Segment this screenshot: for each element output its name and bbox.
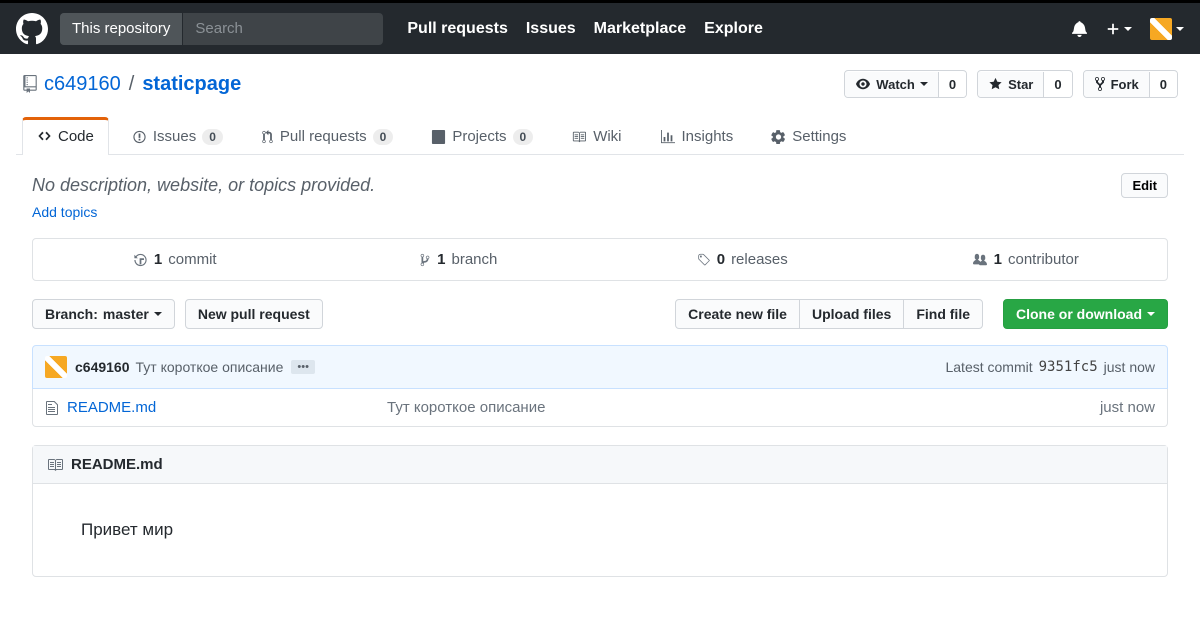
book-icon [47, 457, 63, 473]
file-action-group: Create new file Upload files Find file [675, 299, 983, 329]
people-icon [972, 253, 988, 267]
commit-sha[interactable]: 9351fc5 [1039, 359, 1098, 375]
nav-explore[interactable]: Explore [704, 20, 763, 38]
github-logo[interactable] [16, 13, 48, 45]
file-navigation: Branch: master New pull request Create n… [32, 299, 1168, 329]
repo-owner-link[interactable]: c649160 [44, 73, 121, 96]
create-new-dropdown[interactable] [1106, 22, 1132, 36]
stat-commits[interactable]: 1commit [33, 239, 317, 280]
commit-time: just now [1104, 359, 1155, 375]
gear-icon [771, 130, 786, 144]
stat-contributors[interactable]: 1contributor [884, 239, 1168, 280]
readme-header: README.md [33, 446, 1167, 484]
search-input[interactable] [183, 13, 383, 45]
issue-icon [132, 130, 147, 144]
watch-button[interactable]: Watch 0 [844, 70, 967, 98]
main-container: No description, website, or topics provi… [16, 173, 1184, 577]
header-nav: Pull requests Issues Marketplace Explore [407, 20, 762, 38]
upload-files-button[interactable]: Upload files [799, 299, 904, 329]
notifications-icon[interactable] [1071, 20, 1088, 37]
pr-icon [261, 130, 274, 144]
branch-icon [419, 253, 431, 267]
graph-icon [660, 130, 676, 144]
new-pull-request-button[interactable]: New pull request [185, 299, 323, 329]
branch-select-button[interactable]: Branch: master [32, 299, 175, 329]
readme-content: Привет мир [33, 484, 1167, 576]
nav-pull-requests[interactable]: Pull requests [407, 20, 507, 38]
repo-icon [22, 75, 38, 93]
file-list: README.md Тут короткое описание just now [32, 389, 1168, 427]
code-icon [37, 129, 52, 143]
history-icon [133, 253, 148, 267]
global-header: This repository Pull requests Issues Mar… [0, 0, 1200, 54]
edit-description-button[interactable]: Edit [1121, 173, 1168, 198]
avatar-icon [1150, 18, 1172, 40]
nav-issues[interactable]: Issues [526, 20, 576, 38]
tab-projects[interactable]: Projects0 [416, 117, 548, 155]
stat-branches[interactable]: 1branch [317, 239, 601, 280]
file-time: just now [1100, 399, 1155, 416]
stat-releases[interactable]: 0releases [600, 239, 884, 280]
repo-name-link[interactable]: staticpage [142, 73, 241, 96]
repohead: c649160 / staticpage Watch 0 Star 0 Fork… [0, 54, 1200, 155]
add-topics-link[interactable]: Add topics [32, 204, 97, 220]
file-name-link[interactable]: README.md [67, 399, 387, 416]
path-separator: / [129, 73, 135, 96]
header-search: This repository [60, 13, 383, 45]
find-file-button[interactable]: Find file [903, 299, 983, 329]
star-button[interactable]: Star 0 [977, 70, 1073, 98]
eye-icon [855, 77, 871, 91]
fork-button[interactable]: Fork 0 [1083, 70, 1178, 98]
latest-commit-label: Latest commit [945, 359, 1032, 375]
file-icon [45, 400, 59, 416]
commit-message[interactable]: Тут короткое описание [136, 359, 284, 375]
commit-ellipsis-button[interactable]: ••• [291, 360, 315, 374]
author-avatar-icon[interactable] [45, 356, 67, 378]
repo-nav: Code Issues0 Pull requests0 Projects0 Wi… [16, 116, 1184, 155]
commit-author[interactable]: c649160 [75, 359, 130, 375]
tab-insights[interactable]: Insights [645, 117, 749, 155]
description-row: No description, website, or topics provi… [32, 173, 1168, 198]
tab-issues[interactable]: Issues0 [117, 117, 238, 155]
watch-count[interactable]: 0 [938, 72, 966, 97]
fork-icon [1094, 76, 1106, 92]
book-icon [571, 130, 587, 144]
header-right [1071, 18, 1184, 40]
repo-title: c649160 / staticpage [22, 73, 241, 96]
tab-settings[interactable]: Settings [756, 117, 861, 155]
tab-wiki[interactable]: Wiki [556, 117, 636, 155]
nav-marketplace[interactable]: Marketplace [594, 20, 687, 38]
fork-count[interactable]: 0 [1149, 72, 1177, 97]
repo-description: No description, website, or topics provi… [32, 175, 375, 196]
file-commit-message[interactable]: Тут короткое описание [387, 399, 1100, 416]
star-count[interactable]: 0 [1043, 72, 1071, 97]
tag-icon [696, 253, 711, 267]
project-icon [431, 130, 446, 144]
file-row: README.md Тут короткое описание just now [33, 389, 1167, 426]
user-menu[interactable] [1150, 18, 1184, 40]
commit-tease: c649160 Тут короткое описание ••• Latest… [32, 345, 1168, 389]
star-icon [988, 77, 1003, 91]
search-scope-label[interactable]: This repository [60, 13, 183, 45]
clone-download-button[interactable]: Clone or download [1003, 299, 1168, 329]
create-new-file-button[interactable]: Create new file [675, 299, 800, 329]
tab-pull-requests[interactable]: Pull requests0 [246, 117, 408, 155]
repo-stats: 1commit 1branch 0releases 1contributor [32, 238, 1168, 281]
readme-box: README.md Привет мир [32, 445, 1168, 577]
repo-actions: Watch 0 Star 0 Fork 0 [844, 70, 1178, 98]
tab-code[interactable]: Code [22, 117, 109, 155]
readme-filename: README.md [71, 456, 163, 473]
